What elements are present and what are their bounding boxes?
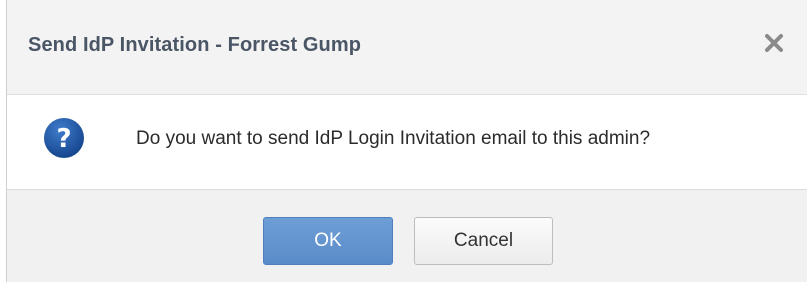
dialog-body: ? Do you want to send IdP Login Invitati… [7, 95, 807, 188]
send-idp-invitation-dialog: Send IdP Invitation - Forrest Gump ? Do … [6, 0, 807, 282]
dialog-titlebar: Send IdP Invitation - Forrest Gump [7, 0, 807, 95]
ok-button[interactable]: OK [263, 217, 393, 265]
cancel-button[interactable]: Cancel [414, 217, 553, 265]
dialog-footer: OK Cancel [7, 189, 807, 282]
svg-text:?: ? [56, 124, 71, 154]
dialog-message: Do you want to send IdP Login Invitation… [136, 128, 651, 149]
question-icon: ? [43, 117, 85, 159]
close-icon[interactable] [761, 30, 787, 56]
dialog-title: Send IdP Invitation - Forrest Gump [28, 34, 362, 56]
